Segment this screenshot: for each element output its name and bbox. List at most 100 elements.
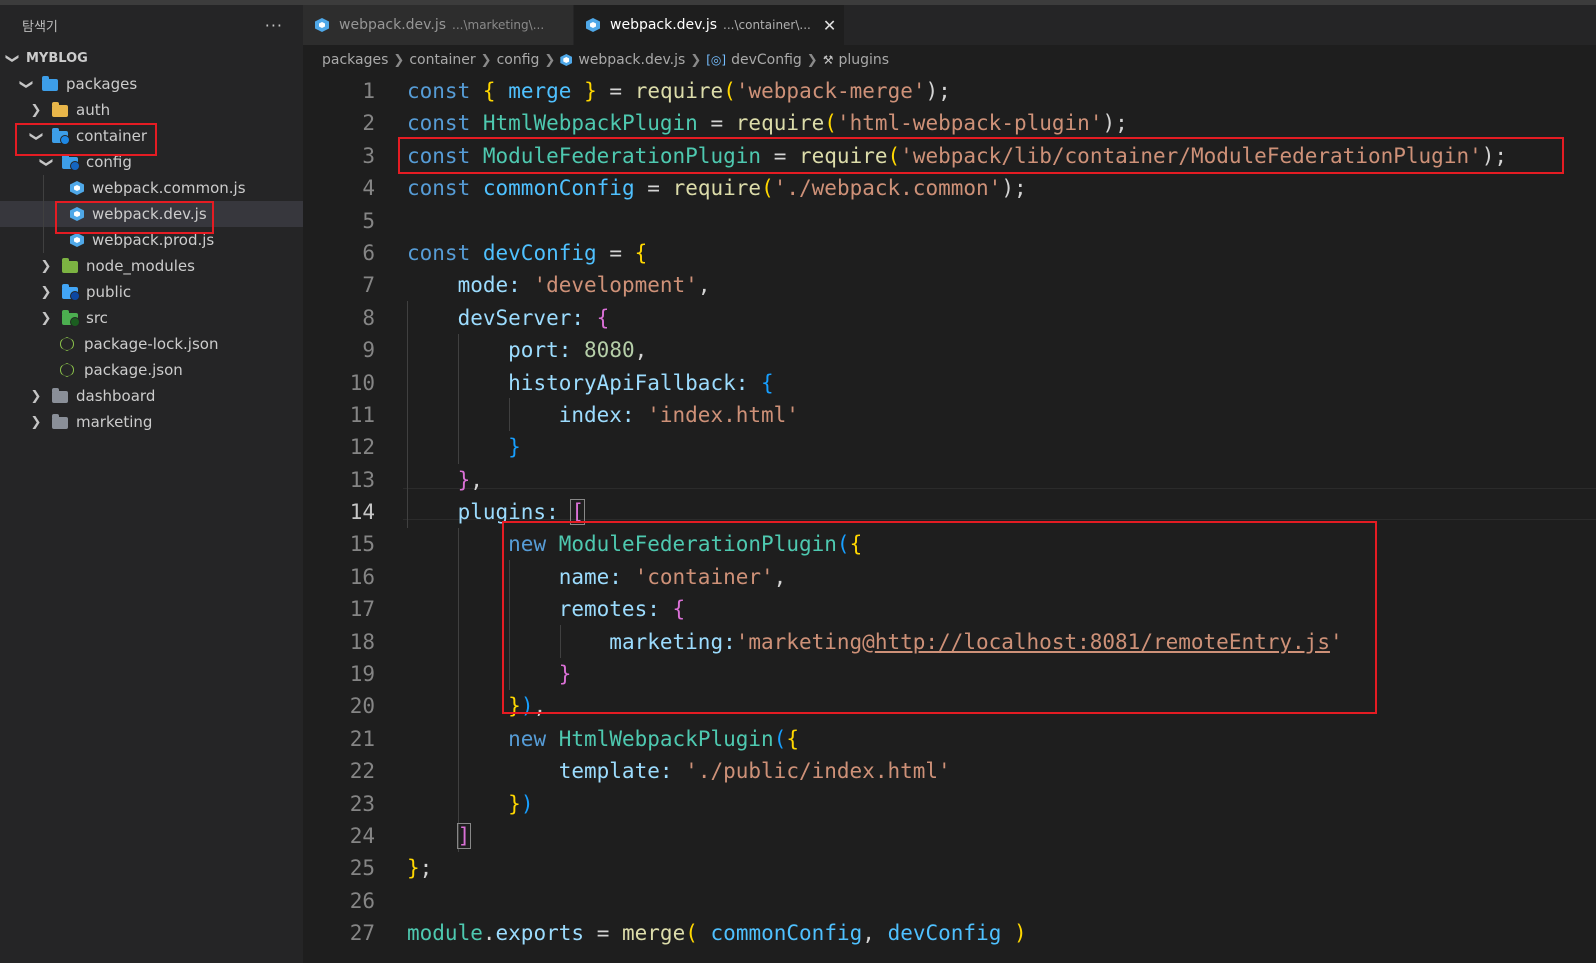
- token: name:: [558, 564, 622, 589]
- code-line-8[interactable]: devServer: {: [407, 302, 1507, 334]
- tree-item-package-json[interactable]: package.json: [0, 357, 303, 383]
- code-line-26[interactable]: [407, 885, 1507, 917]
- breadcrumb-packages[interactable]: packages: [322, 52, 388, 68]
- breadcrumb-devconfig[interactable]: devConfig: [731, 52, 802, 68]
- tree-root-myblog[interactable]: ❯ MYBLOG: [0, 45, 303, 71]
- indent-guide: [43, 201, 44, 227]
- code-line-15[interactable]: new ModuleFederationPlugin({: [407, 528, 1507, 560]
- token: port:: [508, 338, 572, 363]
- folder-node-modules-icon: [62, 257, 78, 273]
- folder-config-icon: [62, 153, 80, 171]
- token: }: [558, 662, 572, 687]
- token: const: [407, 143, 471, 168]
- code-line-10[interactable]: historyApiFallback: {: [407, 367, 1507, 399]
- webpack-file-icon: [560, 54, 573, 66]
- tree-root-label: MYBLOG: [26, 50, 88, 66]
- chevron-down-icon: ❯: [38, 156, 54, 168]
- folder-container-icon: [52, 127, 70, 145]
- more-actions-icon[interactable]: ···: [265, 16, 283, 35]
- code-line-7[interactable]: mode: 'development',: [407, 269, 1507, 301]
- token: commonConfig: [710, 921, 863, 946]
- line-number: 13: [349, 467, 375, 492]
- nodejs-file-icon: [60, 337, 74, 351]
- webpack-file-icon: [70, 207, 84, 221]
- code-line-22[interactable]: template: './public/index.html': [407, 755, 1507, 787]
- breadcrumb-plugins[interactable]: plugins: [838, 52, 889, 68]
- token: './public/index.html': [685, 759, 951, 784]
- tree-item-marketing[interactable]: ❯ marketing: [0, 409, 303, 435]
- code-line-6[interactable]: const devConfig = {: [407, 237, 1507, 269]
- line-number-current: 14: [349, 500, 375, 525]
- code-line-17[interactable]: remotes: {: [407, 593, 1507, 625]
- tree-item-webpack-dev[interactable]: webpack.dev.js: [0, 201, 303, 227]
- code-line-20[interactable]: }),: [407, 690, 1507, 722]
- token: HtmlWebpackPlugin: [482, 111, 698, 136]
- tree-item-node-modules[interactable]: ❯ node_modules: [0, 253, 303, 279]
- token: './webpack.common': [773, 176, 1002, 201]
- token: ,: [470, 467, 483, 492]
- code-line-5[interactable]: [407, 205, 1507, 237]
- code-line-13[interactable]: },: [407, 464, 1507, 496]
- tree-item-dashboard[interactable]: ❯ dashboard: [0, 383, 303, 409]
- code-line-16[interactable]: name: 'container',: [407, 561, 1507, 593]
- code-lines[interactable]: const { merge } = require('webpack-merge…: [407, 75, 1507, 950]
- webpack-file-icon: [70, 181, 84, 195]
- tab-container-webpack-dev[interactable]: webpack.dev.js ...\container\... ✕: [574, 5, 844, 45]
- token: {: [786, 726, 799, 751]
- tab-marketing-webpack-dev[interactable]: webpack.dev.js ...\marketing\...: [303, 5, 573, 45]
- code-line-23[interactable]: }): [407, 788, 1507, 820]
- code-line-4[interactable]: const commonConfig = require('./webpack.…: [407, 172, 1507, 204]
- code-line-24[interactable]: ]: [407, 820, 1507, 852]
- token: (: [836, 532, 850, 557]
- tree-item-packages[interactable]: ❯ packages: [0, 71, 303, 97]
- tab-path: ...\marketing\...: [452, 18, 545, 32]
- code-line-1[interactable]: const { merge } = require('webpack-merge…: [407, 75, 1507, 107]
- chevron-right-icon: ❯: [690, 52, 702, 68]
- token: template:: [558, 759, 673, 784]
- code-line-14[interactable]: plugins: [: [407, 496, 1507, 528]
- breadcrumb-config[interactable]: config: [497, 52, 540, 68]
- token: ,: [862, 921, 875, 946]
- webpack-file-icon: [315, 18, 329, 32]
- token: const: [407, 176, 471, 201]
- token: ModuleFederationPlugin: [482, 143, 762, 168]
- tree-item-container[interactable]: ❯ container: [0, 123, 303, 149]
- line-number: 1: [362, 79, 375, 103]
- token: 8080: [584, 338, 635, 363]
- token: 'index.html': [647, 402, 799, 427]
- code-line-11[interactable]: index: 'index.html': [407, 399, 1507, 431]
- code-line-25[interactable]: };: [407, 852, 1507, 884]
- chevron-right-icon: ❯: [30, 414, 42, 430]
- token: mode:: [457, 273, 521, 298]
- breadcrumb-file[interactable]: webpack.dev.js: [578, 52, 685, 68]
- code-line-9[interactable]: port: 8080,: [407, 334, 1507, 366]
- tree-item-package-lock[interactable]: package-lock.json: [0, 331, 303, 357]
- tree-item-webpack-prod[interactable]: webpack.prod.js: [0, 227, 303, 253]
- token: }: [508, 435, 521, 460]
- tree-item-webpack-common[interactable]: webpack.common.js: [0, 175, 303, 201]
- line-number: 24: [349, 823, 375, 848]
- code-line-12[interactable]: }: [407, 431, 1507, 463]
- tree-item-public[interactable]: ❯ public: [0, 279, 303, 305]
- token: 'container': [634, 564, 774, 589]
- token: =: [609, 79, 623, 103]
- token: {: [761, 370, 774, 395]
- tab-path: ...\container\...: [723, 18, 811, 32]
- tree-item-config[interactable]: ❯ config: [0, 149, 303, 175]
- code-line-21[interactable]: new HtmlWebpackPlugin({: [407, 723, 1507, 755]
- code-line-19[interactable]: }: [407, 658, 1507, 690]
- folder-marketing-icon: [52, 413, 68, 429]
- token: devConfig: [887, 921, 1002, 946]
- tree-item-src[interactable]: ❯ src: [0, 305, 303, 331]
- close-icon[interactable]: ✕: [823, 16, 836, 35]
- code-line-27[interactable]: module.exports = merge( commonConfig, de…: [407, 917, 1507, 949]
- token: ,: [697, 273, 711, 298]
- breadcrumb-container[interactable]: container: [409, 52, 475, 68]
- tree-item-auth[interactable]: ❯ auth: [0, 97, 303, 123]
- token: {: [634, 240, 648, 265]
- code-line-2[interactable]: const HtmlWebpackPlugin = require('html-…: [407, 107, 1507, 139]
- remote-entry-link[interactable]: http://localhost:8081/remoteEntry.js: [875, 630, 1330, 654]
- code-line-3[interactable]: const ModuleFederationPlugin = require('…: [407, 140, 1507, 172]
- code-line-18[interactable]: marketing:'marketing@http://localhost:80…: [407, 626, 1507, 658]
- code-editor[interactable]: 1 2 3 4 5 6 7 8 9 10 11 12 13 14 15 16 1…: [303, 75, 1596, 963]
